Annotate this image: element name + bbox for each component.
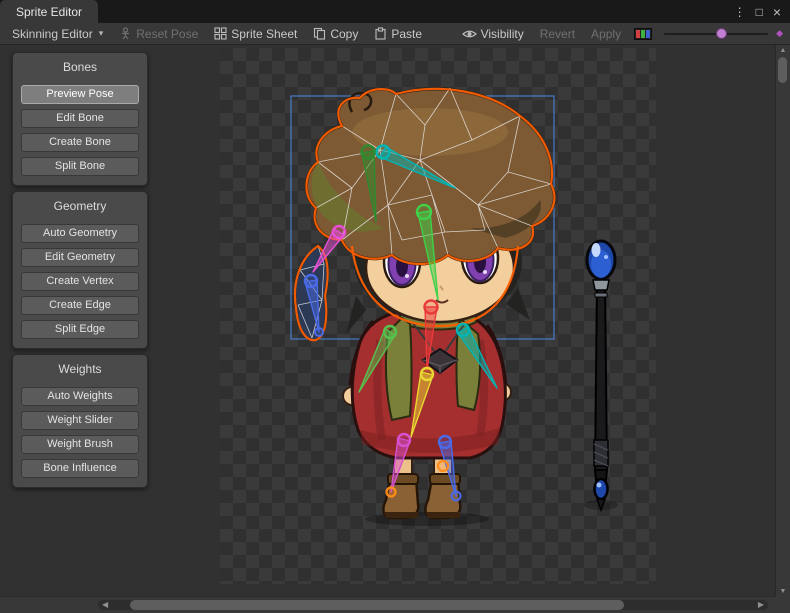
panel-geometry: Geometry Auto Geometry Edit Geometry Cre… [12, 191, 148, 349]
create-vertex-button[interactable]: Create Vertex [21, 272, 139, 291]
tab-title: Sprite Editor [16, 5, 82, 19]
split-edge-button[interactable]: Split Edge [21, 320, 139, 339]
sprite-sheet-label: Sprite Sheet [231, 27, 297, 41]
panel-bones: Bones Preview Pose Edit Bone Create Bone… [12, 52, 148, 186]
create-edge-button[interactable]: Create Edge [21, 296, 139, 315]
vertical-scrollbar[interactable]: ▲ ▼ [775, 45, 790, 597]
copy-button[interactable]: Copy [306, 25, 365, 43]
visibility-button[interactable]: Visibility [455, 25, 531, 43]
paste-icon [374, 27, 387, 40]
edit-geometry-button[interactable]: Edit Geometry [21, 248, 139, 267]
sprite-sheet-button[interactable]: Sprite Sheet [207, 25, 304, 43]
scroll-down-icon[interactable]: ▼ [776, 588, 790, 595]
toolbar: Skinning Editor ▾ Reset Pose Sprite Shee… [0, 23, 790, 45]
slider-end-icon: ◆ [776, 28, 783, 39]
window-menu-icon[interactable]: ⋮ [734, 6, 746, 18]
scroll-left-icon[interactable]: ◀ [102, 600, 108, 610]
close-icon[interactable]: × [773, 5, 781, 19]
horizontal-scrollbar-track[interactable] [98, 600, 768, 610]
panel-weights-title: Weights [21, 360, 139, 382]
split-bone-button[interactable]: Split Bone [21, 157, 139, 176]
window-controls: ⋮ □ × [734, 0, 790, 23]
horizontal-scrollbar-thumb[interactable] [130, 600, 624, 610]
rgb-channels-button[interactable] [630, 26, 656, 42]
mode-dropdown[interactable]: Skinning Editor ▾ [5, 25, 110, 43]
panel-bones-title: Bones [21, 58, 139, 80]
sprite-sheet-icon [214, 27, 227, 40]
panel-weights: Weights Auto Weights Weight Slider Weigh… [12, 354, 148, 488]
weight-slider-button[interactable]: Weight Slider [21, 411, 139, 430]
maximize-icon[interactable]: □ [756, 6, 763, 18]
weight-brush-button[interactable]: Weight Brush [21, 435, 139, 454]
title-bar: Sprite Editor ⋮ □ × [0, 0, 790, 23]
auto-weights-button[interactable]: Auto Weights [21, 387, 139, 406]
reset-pose-icon [119, 27, 132, 40]
reset-pose-label: Reset Pose [136, 27, 198, 41]
bone-influence-button[interactable]: Bone Influence [21, 459, 139, 478]
scrollbar-corner [776, 597, 790, 613]
visibility-icon [462, 28, 477, 40]
vertical-scrollbar-thumb[interactable] [778, 57, 787, 83]
create-bone-button[interactable]: Create Bone [21, 133, 139, 152]
tab-sprite-editor[interactable]: Sprite Editor [0, 0, 98, 23]
paste-label: Paste [391, 27, 422, 41]
copy-label: Copy [330, 27, 358, 41]
texture-transparency-checker [220, 48, 656, 584]
copy-icon [313, 27, 326, 40]
zoom-slider-thumb[interactable] [716, 28, 727, 39]
sprite-editor-window: Sprite Editor ⋮ □ × Skinning Editor ▾ Re… [0, 0, 790, 613]
apply-label: Apply [591, 27, 621, 41]
reset-pose-button[interactable]: Reset Pose [112, 25, 205, 43]
horizontal-scrollbar[interactable]: ◀ ▶ [0, 596, 776, 613]
edit-bone-button[interactable]: Edit Bone [21, 109, 139, 128]
revert-button[interactable]: Revert [533, 25, 582, 43]
revert-label: Revert [540, 27, 575, 41]
chevron-down-icon: ▾ [99, 28, 104, 39]
apply-button[interactable]: Apply [584, 25, 628, 43]
mode-dropdown-label: Skinning Editor [12, 27, 93, 41]
paste-button[interactable]: Paste [367, 25, 429, 43]
preview-pose-button[interactable]: Preview Pose [21, 85, 139, 104]
scroll-right-icon[interactable]: ▶ [758, 600, 764, 610]
visibility-label: Visibility [481, 27, 524, 41]
zoom-slider[interactable] [664, 26, 768, 42]
panel-geometry-title: Geometry [21, 197, 139, 219]
rgb-icon [634, 28, 652, 40]
scroll-up-icon[interactable]: ▲ [776, 47, 790, 54]
auto-geometry-button[interactable]: Auto Geometry [21, 224, 139, 243]
